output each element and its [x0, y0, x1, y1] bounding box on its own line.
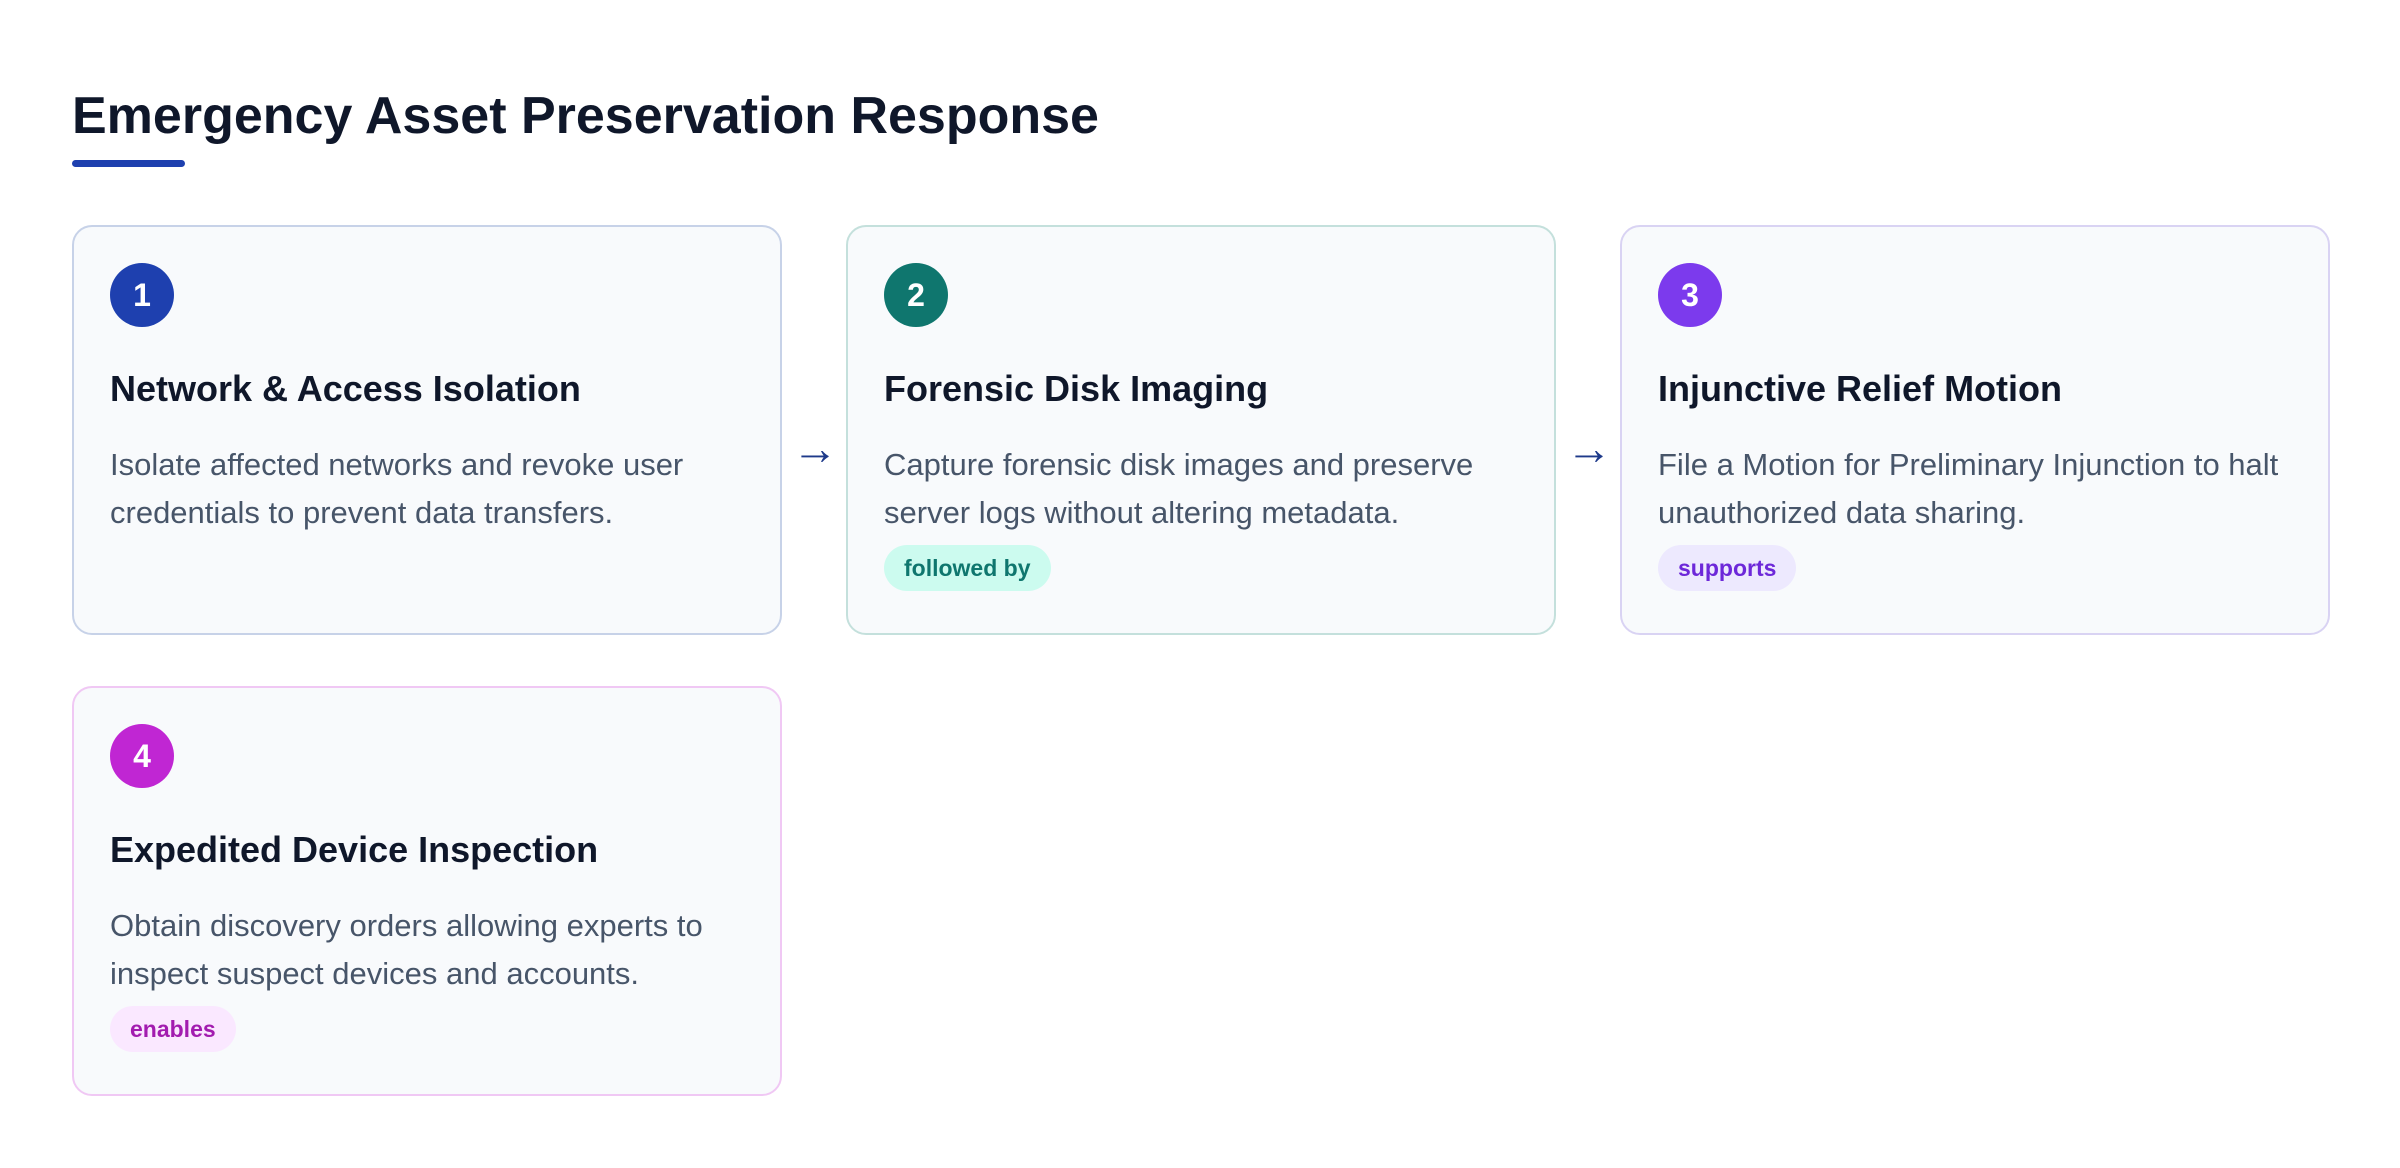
diagram-page: Emergency Asset Preservation Response 1 … — [0, 0, 2400, 1168]
step-description: Capture forensic disk images and preserv… — [884, 447, 1474, 530]
step-description: File a Motion for Preliminary Injunction… — [1658, 447, 2279, 530]
arrow-right-icon: → — [792, 422, 838, 474]
arrow-right-icon: → — [1566, 422, 1612, 474]
step-number-badge: 1 — [110, 263, 174, 327]
step-title: Network & Access Isolation — [110, 368, 581, 409]
relation-label: supports — [1658, 545, 1797, 591]
relation-label: enables — [110, 1006, 236, 1052]
step-title: Forensic Disk Imaging — [884, 368, 1269, 409]
step-number-badge: 3 — [1658, 263, 1722, 327]
page-title: Emergency Asset Preservation Response — [72, 87, 1099, 145]
step-description: Obtain discovery orders allowing experts… — [110, 908, 703, 991]
step-title: Expedited Device Inspection — [110, 829, 599, 870]
step-card-4: 4 Expedited Device Inspection Obtain dis… — [72, 686, 782, 1096]
step-number-badge: 2 — [884, 263, 948, 327]
step-card-1: 1 Network & Access Isolation Isolate aff… — [72, 225, 782, 635]
step-title: Injunctive Relief Motion — [1658, 368, 2063, 409]
step-number-badge: 4 — [110, 724, 174, 788]
relation-label: followed by — [884, 545, 1051, 591]
step-card-3: 3 Injunctive Relief Motion File a Motion… — [1620, 225, 2330, 635]
step-card-2: 2 Forensic Disk Imaging Capture forensic… — [846, 225, 1556, 635]
step-description: Isolate affected networks and revoke use… — [110, 447, 684, 530]
title-underline — [72, 160, 185, 167]
